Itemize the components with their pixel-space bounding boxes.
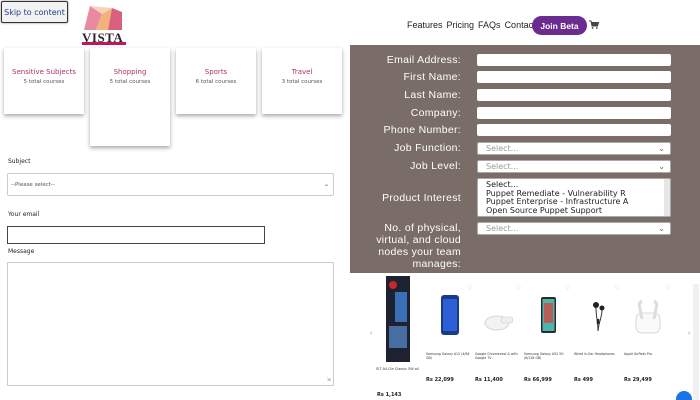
- lead-form-panel: Email Address: First Name: Last Name: Co…: [350, 45, 700, 273]
- product-interest-label: Product Interest: [382, 192, 461, 204]
- chat-bubble-icon[interactable]: [676, 391, 692, 400]
- product-price: Rs 11,400: [475, 377, 503, 383]
- category-card-shopping[interactable]: Shopping 5 total courses: [90, 48, 170, 146]
- nodes-label-line: nodes your team: [378, 246, 461, 258]
- category-card-sports[interactable]: Sports 6 total courses: [176, 48, 256, 114]
- nodes-label-line: virtual, and cloud: [376, 234, 461, 246]
- promo-product-image[interactable]: [386, 276, 410, 362]
- category-title: Travel: [291, 68, 313, 76]
- product-name: Wired In-Ear Headphones: [574, 352, 615, 356]
- logo-underline: [82, 42, 126, 45]
- nav-pricing[interactable]: Pricing: [447, 20, 475, 30]
- promo-product-name: SIT All-Cle Classic 5W all: [376, 367, 419, 371]
- message-label: Message: [8, 248, 35, 255]
- product-price: Rs 499: [574, 377, 594, 383]
- listbox-scrollbar[interactable]: [664, 179, 670, 216]
- nodes-select[interactable]: Select... ⌄: [477, 222, 671, 235]
- vista-logo[interactable]: VISTA: [80, 4, 128, 46]
- product-name: Samsung Galaxy A12 (4/64 GB): [426, 352, 470, 360]
- category-card-travel[interactable]: Travel 3 total courses: [262, 48, 342, 114]
- carousel-prev-icon[interactable]: ‹: [370, 330, 372, 337]
- last-name-label: Last Name:: [404, 89, 461, 101]
- nav-contact[interactable]: Contact: [505, 20, 536, 30]
- earphones-image: [593, 302, 605, 332]
- email-address-input[interactable]: [477, 54, 671, 66]
- join-beta-button[interactable]: Join Beta: [532, 16, 587, 35]
- heart-icon[interactable]: ♡: [467, 285, 472, 292]
- product-option[interactable]: Open Source Puppet Support: [486, 206, 670, 216]
- company-label: Company:: [410, 107, 461, 119]
- chevron-down-icon: ⌄: [658, 144, 665, 153]
- page-scrollbar[interactable]: [693, 284, 699, 400]
- nodes-label-line: manages:: [412, 258, 461, 270]
- product-price: Rs 66,999: [524, 377, 552, 383]
- category-count: 6 total courses: [195, 79, 237, 85]
- email-address-label: Email Address:: [386, 54, 461, 66]
- category-title: Shopping: [113, 68, 147, 76]
- category-title: Sports: [204, 68, 228, 76]
- main-nav: Features Pricing FAQs Contact: [407, 20, 536, 30]
- job-function-label: Job Function:: [394, 142, 461, 154]
- heart-icon[interactable]: ♡: [565, 285, 570, 292]
- job-level-select[interactable]: Select... ⌄: [477, 160, 671, 173]
- message-textarea[interactable]: ⇲: [7, 262, 334, 386]
- promo-product-price: Rs 1,143: [377, 392, 402, 398]
- product-interest-listbox[interactable]: Select... Puppet Remediate - Vulnerabili…: [477, 178, 671, 217]
- chromecast-image: [484, 315, 514, 331]
- cart-icon[interactable]: [589, 20, 599, 30]
- product-price: Rs 29,499: [624, 377, 652, 383]
- category-card-sensitive-subjects[interactable]: Sensitive Subjects 5 total courses: [4, 48, 84, 114]
- phone-number-input[interactable]: [477, 124, 671, 136]
- nodes-value: Select...: [486, 224, 519, 233]
- vista-logo-mark-icon: [84, 6, 122, 30]
- heart-icon[interactable]: ♡: [615, 285, 620, 292]
- job-level-value: Select...: [486, 162, 519, 171]
- job-function-value: Select...: [486, 144, 519, 153]
- resize-handle-icon[interactable]: ⇲: [327, 377, 331, 383]
- category-title: Sensitive Subjects: [12, 68, 76, 76]
- heart-icon[interactable]: ♡: [516, 285, 521, 292]
- company-input[interactable]: [477, 107, 671, 119]
- last-name-input[interactable]: [477, 89, 671, 101]
- subject-select-value: --Please select--: [11, 181, 55, 188]
- email-input[interactable]: [7, 226, 265, 244]
- job-function-select[interactable]: Select... ⌄: [477, 142, 671, 155]
- product-name: Google Chromecast & with Google TV: [475, 352, 518, 360]
- category-count: 5 total courses: [109, 79, 151, 85]
- page: Skip to content VISTA Features Pricing F…: [0, 0, 700, 400]
- subject-select[interactable]: --Please select-- ⌄: [7, 173, 334, 196]
- chevron-down-icon: ⌄: [658, 162, 665, 171]
- carousel-next-icon[interactable]: ›: [688, 330, 690, 337]
- first-name-label: First Name:: [403, 71, 461, 83]
- airpods-image: [635, 299, 661, 334]
- phone-image: [541, 297, 556, 333]
- first-name-input[interactable]: [477, 71, 671, 83]
- nav-faqs[interactable]: FAQs: [478, 20, 501, 30]
- email-label: Your email: [8, 211, 40, 218]
- category-count: 5 total courses: [23, 79, 65, 85]
- nodes-label: No. of physical, virtual, and cloud node…: [350, 222, 461, 270]
- skip-to-content-link[interactable]: Skip to content: [1, 1, 68, 23]
- category-count: 3 total courses: [281, 79, 323, 85]
- subject-label: Subject: [8, 158, 31, 165]
- product-name: Samsung Galaxy A52 5G (6/128 GB): [524, 352, 564, 360]
- chevron-down-icon: ⌄: [658, 224, 665, 233]
- nodes-label-line: No. of physical,: [384, 222, 461, 234]
- nav-features[interactable]: Features: [407, 20, 443, 30]
- heart-icon[interactable]: ♡: [665, 285, 670, 292]
- phone-image: [441, 295, 459, 335]
- product-price: Rs 22,099: [426, 377, 454, 383]
- phone-number-label: Phone Number:: [383, 124, 461, 136]
- product-name: Apple AirPods Pro: [624, 352, 652, 356]
- job-level-label: Job Level:: [410, 160, 461, 172]
- chevron-down-icon: ⌄: [323, 181, 329, 188]
